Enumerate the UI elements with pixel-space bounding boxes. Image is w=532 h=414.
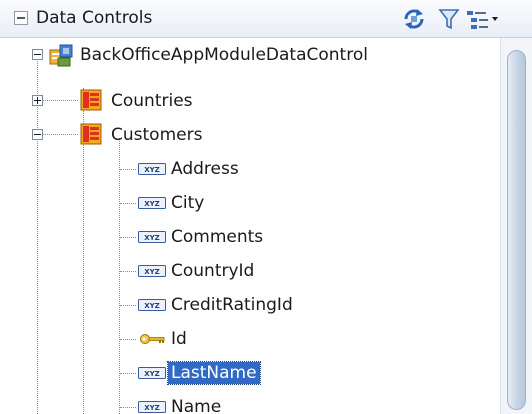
collapse-panel-icon[interactable] [14,11,28,25]
tree-node-attribute[interactable]: XYZ Name [0,390,500,414]
tree-node-attribute[interactable]: XYZ City [0,186,500,220]
text-attribute-icon: XYZ [138,197,166,209]
tree-node-attribute[interactable]: XYZ CountryId [0,254,500,288]
tree-node-attribute[interactable]: XYZ CreditRatingId [0,288,500,322]
panel-title: Data Controls [36,8,153,28]
text-attribute-icon: XYZ [138,367,166,379]
tree-node-customers[interactable]: Customers [0,118,500,152]
tree-node-attribute[interactable]: XYZ LastName [0,356,500,390]
tree-node-label: Customers [111,125,203,145]
collapse-toggle[interactable] [32,49,43,60]
tree-branch-line [120,271,136,272]
tree-branch-line [120,203,136,204]
tree-branch-line [38,134,78,135]
filter-icon[interactable] [438,7,460,31]
svg-text:XYZ: XYZ [144,268,160,276]
collapse-toggle[interactable] [32,129,43,140]
vertical-scrollbar[interactable] [500,38,532,414]
svg-text:XYZ: XYZ [144,200,160,208]
tree-branch-line [120,169,136,170]
tree-node-label: City [171,193,205,213]
tree-node-label: Comments [171,227,264,247]
tree-node-label: CreditRatingId [171,295,293,315]
tree-node-label: BackOfficeAppModuleDataControl [80,45,368,65]
text-attribute-icon: XYZ [138,299,166,311]
text-attribute-icon: XYZ [138,231,166,243]
tree-node-label: Id [171,329,187,349]
tree-branch-line [120,237,136,238]
key-attribute-icon [140,334,165,344]
svg-text:XYZ: XYZ [144,370,160,378]
collection-icon [80,89,102,111]
tree-node-label: Address [171,159,239,179]
scrollbar-thumb[interactable] [507,50,526,410]
data-control-icon [49,44,73,67]
tree-branch-line [38,100,78,101]
tree-node-label: CountryId [171,261,255,281]
collection-icon [80,123,102,145]
data-controls-tree: BackOfficeAppModuleDataControl Countries [0,38,500,414]
tree-branch-line [120,339,136,340]
tree-branch-line [120,373,136,374]
expand-toggle[interactable] [32,95,43,106]
panel-header: Data Controls [0,0,532,38]
tree-node-label: Countries [111,91,193,111]
tree-node-attribute[interactable]: XYZ Address [0,152,500,186]
refresh-icon[interactable] [402,7,426,31]
svg-text:XYZ: XYZ [144,166,160,174]
tree-node-attribute[interactable]: Id [0,322,500,356]
tree-branch-line [120,407,136,408]
svg-text:XYZ: XYZ [144,234,160,242]
view-options-icon[interactable] [466,7,500,31]
tree-node-root[interactable]: BackOfficeAppModuleDataControl [0,38,500,72]
data-controls-panel: Data Controls BackOfficeAppModuleDataCon… [0,0,532,414]
tree-node-attribute[interactable]: XYZ Comments [0,220,500,254]
tree-node-countries[interactable]: Countries [0,84,500,118]
text-attribute-icon: XYZ [138,265,166,277]
text-attribute-icon: XYZ [138,163,166,175]
tree-node-label-selected: LastName [167,361,261,385]
text-attribute-icon: XYZ [138,401,166,413]
svg-text:XYZ: XYZ [144,302,160,310]
tree-branch-line [120,305,136,306]
svg-text:XYZ: XYZ [144,404,160,412]
tree-node-label: Name [171,397,222,414]
